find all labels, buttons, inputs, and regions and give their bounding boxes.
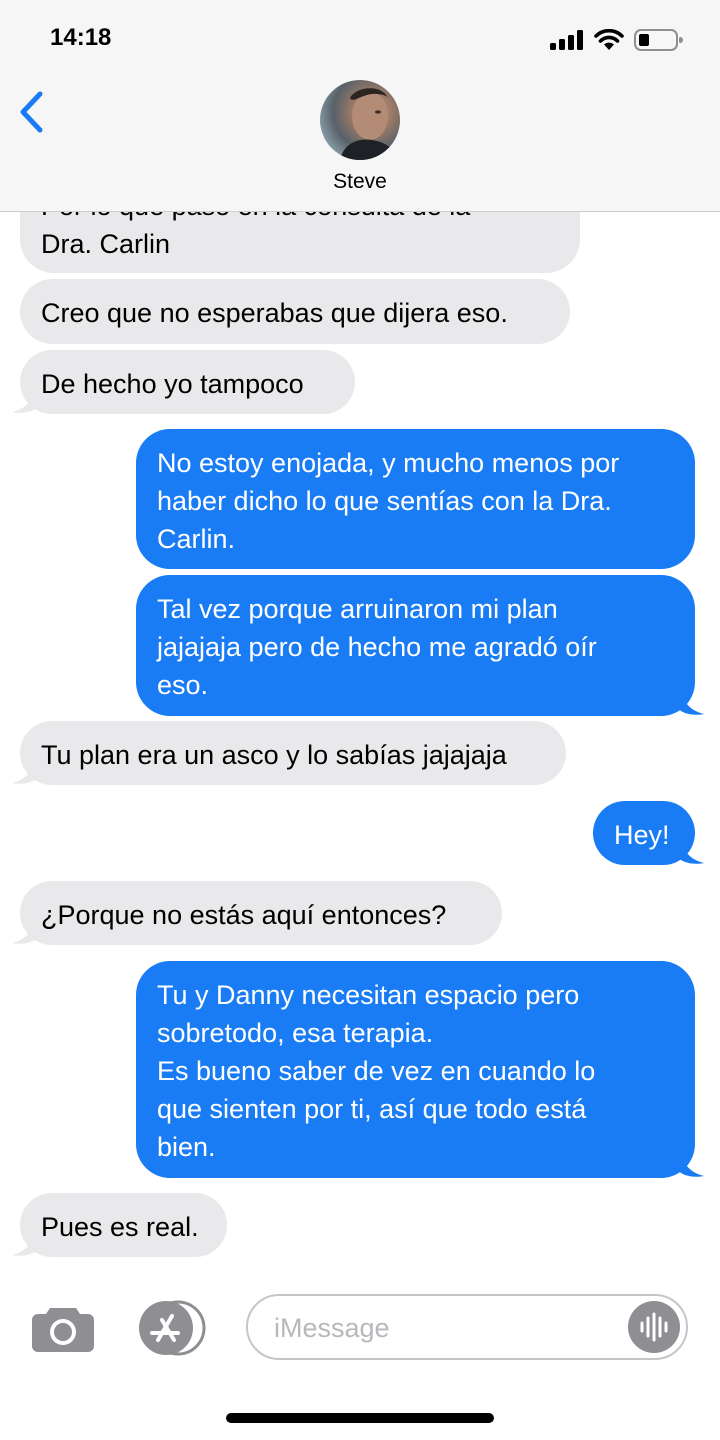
message-bubble-sent[interactable]: No estoy enojada, y mucho menos por habe… [136, 429, 695, 569]
contact-avatar[interactable] [320, 80, 400, 160]
message-bubble-received[interactable]: Creo que no esperabas que dijera eso. [20, 279, 570, 344]
chevron-left-icon [20, 91, 43, 133]
status-icons [550, 28, 684, 52]
message-input-container[interactable] [246, 1294, 688, 1360]
bubble-tail [12, 386, 38, 413]
message-input[interactable] [272, 1296, 616, 1360]
avatar-photo [340, 88, 398, 160]
bubble-tail [678, 1150, 704, 1177]
bubble-tail [678, 837, 704, 864]
home-indicator[interactable] [226, 1413, 494, 1423]
message-bubble-received[interactable]: Pues es real. [20, 1193, 227, 1257]
camera-button[interactable] [32, 1304, 94, 1352]
message-bubble-sent[interactable]: Tal vez porque arruinaron mi plan jajaja… [136, 575, 695, 716]
signal-icon [550, 30, 583, 50]
wifi-icon [594, 29, 624, 50]
bubble-tail [12, 917, 38, 944]
message-bubble-received[interactable]: ¿Porque no estás aquí entonces? [20, 881, 502, 945]
back-button[interactable] [10, 84, 54, 140]
bubble-tail [12, 757, 38, 784]
message-bubble-received[interactable]: De hecho yo tampoco [20, 350, 355, 414]
apps-button[interactable] [136, 1300, 208, 1356]
conversation-header: 14:18 Steve [0, 0, 720, 212]
camera-icon [32, 1308, 94, 1352]
audio-waveform-icon [640, 1312, 668, 1342]
appstore-icon [139, 1300, 206, 1356]
status-time: 14:18 [50, 24, 112, 51]
message-bubble-received[interactable]: Tu plan era un asco y lo sabías jajajaja [20, 721, 566, 785]
bubble-tail [678, 688, 704, 715]
battery-icon [634, 29, 683, 51]
contact-name[interactable]: Steve [0, 170, 720, 194]
message-bubble-sent[interactable]: Tu y Danny necesitan espacio pero sobret… [136, 961, 695, 1178]
audio-message-button[interactable] [628, 1301, 680, 1353]
bubble-tail [12, 1229, 38, 1256]
